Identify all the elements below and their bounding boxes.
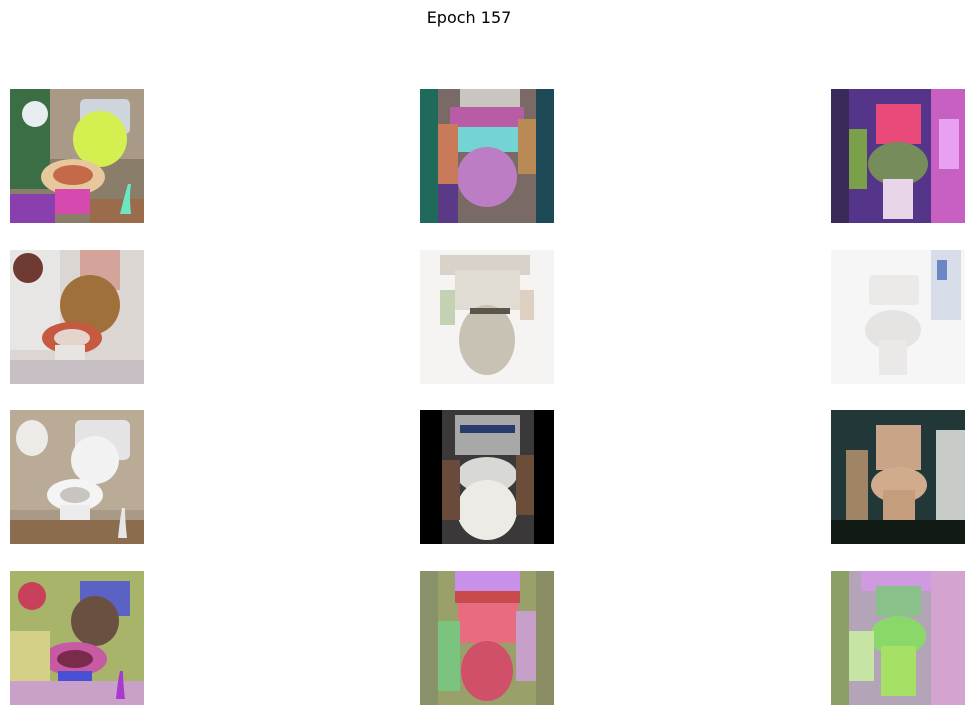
toilet-image bbox=[10, 571, 144, 705]
figure-title: Epoch 157 bbox=[426, 8, 512, 27]
toilet-image bbox=[420, 410, 554, 544]
toilet-image bbox=[10, 89, 144, 223]
image-tile bbox=[10, 571, 144, 705]
image-tile bbox=[831, 571, 965, 705]
image-tile bbox=[420, 250, 554, 384]
image-tile bbox=[420, 89, 554, 223]
toilet-image bbox=[831, 571, 965, 705]
toilet-image bbox=[10, 250, 144, 384]
toilet-image bbox=[420, 250, 554, 384]
image-tile bbox=[10, 410, 144, 544]
image-tile bbox=[831, 250, 965, 384]
toilet-image bbox=[420, 89, 554, 223]
image-tile bbox=[10, 89, 144, 223]
toilet-image bbox=[831, 89, 965, 223]
toilet-image bbox=[10, 410, 144, 544]
image-tile bbox=[420, 571, 554, 705]
image-tile bbox=[831, 410, 965, 544]
image-tile bbox=[420, 410, 554, 544]
toilet-image bbox=[420, 571, 554, 705]
image-tile bbox=[831, 89, 965, 223]
toilet-image bbox=[831, 410, 965, 544]
toilet-image bbox=[831, 250, 965, 384]
image-tile bbox=[10, 250, 144, 384]
